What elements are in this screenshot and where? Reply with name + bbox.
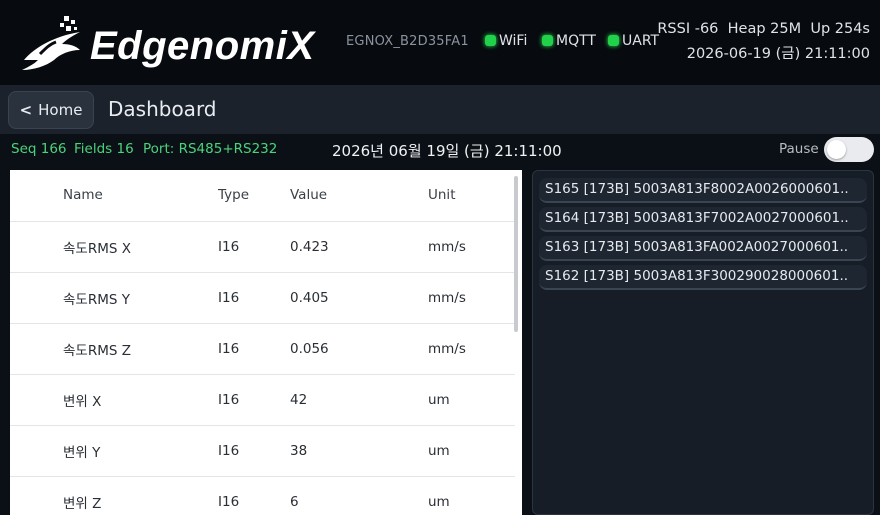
uart-label: UART [622,33,660,49]
wifi-led-icon [485,35,496,46]
log-item[interactable]: S162 [173B] 5003A813F300290028000601.. [539,265,867,290]
cell-name: 변위 Z [10,476,218,515]
cell-value: 6 [290,476,428,515]
table-row: 변위 Y I16 38 um [10,425,515,477]
cell-name: 속도RMS X [10,221,218,273]
chevron-left-icon: < [19,101,33,119]
system-stats: RSSI -66 Heap 25M Up 254s [657,21,870,37]
column-header-name: Name [10,170,218,222]
cell-unit: um [428,476,515,515]
cell-name: 변위 X [10,374,218,426]
cell-unit: mm/s [428,323,515,375]
fields-table: Name Type Value Unit 속도RMS X I16 0.423 m… [10,170,515,515]
pause-label: Pause [779,141,819,157]
fields-counter: Fields 16 [74,141,134,157]
pause-toggle[interactable] [824,137,874,162]
table-row: 속도RMS X I16 0.423 mm/s [10,221,515,273]
status-bar: Seq 166 Fields 16 Port: RS485+RS232 2026… [0,134,880,166]
cell-name: 변위 Y [10,425,218,477]
app-root: EdgenomiX EGNOX_B2D35FA1 WiFi MQTT UART … [0,0,880,515]
seq-counter: Seq 166 [11,141,67,157]
cell-value: 0.056 [290,323,428,375]
table-header-row: Name Type Value Unit [10,170,515,222]
cell-unit: mm/s [428,272,515,324]
table-row: 속도RMS Z I16 0.056 mm/s [10,323,515,375]
cell-type: I16 [218,272,290,324]
cell-name: 속도RMS Z [10,323,218,375]
header-datetime: 2026-06-19 (금) 21:11:00 [686,46,870,62]
brand-logo-icon [22,16,80,70]
mqtt-led-icon [542,35,553,46]
cell-value: 0.405 [290,272,428,324]
wifi-label: WiFi [499,33,528,49]
cell-type: I16 [218,476,290,515]
uart-led-icon [608,35,619,46]
cell-value: 42 [290,374,428,426]
log-item[interactable]: S165 [173B] 5003A813F8002A0026000601.. [539,178,867,203]
korean-datetime: 2026년 06월 19일 (금) 21:11:00 [332,142,562,160]
packet-log-panel: S165 [173B] 5003A813F8002A0026000601.. S… [532,170,874,515]
cell-unit: um [428,374,515,426]
cell-name: 속도RMS Y [10,272,218,324]
cell-value: 38 [290,425,428,477]
nav-bar: < Home Dashboard [0,85,880,134]
home-button-label: Home [38,101,83,119]
port-info: Port: RS485+RS232 [143,141,278,157]
log-item[interactable]: S163 [173B] 5003A813FA002A0027000601.. [539,236,867,261]
fields-table-panel: Name Type Value Unit 속도RMS X I16 0.423 m… [10,170,522,515]
table-row: 변위 Z I16 6 um [10,476,515,515]
column-header-unit: Unit [428,170,515,222]
table-row: 변위 X I16 42 um [10,374,515,426]
cell-unit: mm/s [428,221,515,273]
cell-value: 0.423 [290,221,428,273]
column-header-value: Value [290,170,428,222]
cell-type: I16 [218,323,290,375]
top-header: EdgenomiX EGNOX_B2D35FA1 WiFi MQTT UART … [0,0,880,85]
uart-status: UART [608,33,659,49]
cell-unit: um [428,425,515,477]
mqtt-status: MQTT [542,33,596,49]
device-id: EGNOX_B2D35FA1 [346,34,469,49]
mqtt-label: MQTT [556,33,596,49]
table-row: 속도RMS Y I16 0.405 mm/s [10,272,515,324]
log-item[interactable]: S164 [173B] 5003A813F7002A0027000601.. [539,207,867,232]
brand-logo: EdgenomiX [20,14,332,74]
home-button[interactable]: < Home [8,91,94,129]
page-title: Dashboard [108,97,217,121]
wifi-status: WiFi [485,33,527,49]
cell-type: I16 [218,221,290,273]
brand-name: EdgenomiX [90,24,315,68]
pause-toggle-knob [827,140,846,159]
column-header-type: Type [218,170,290,222]
table-scrollbar[interactable] [514,176,518,332]
cell-type: I16 [218,425,290,477]
cell-type: I16 [218,374,290,426]
